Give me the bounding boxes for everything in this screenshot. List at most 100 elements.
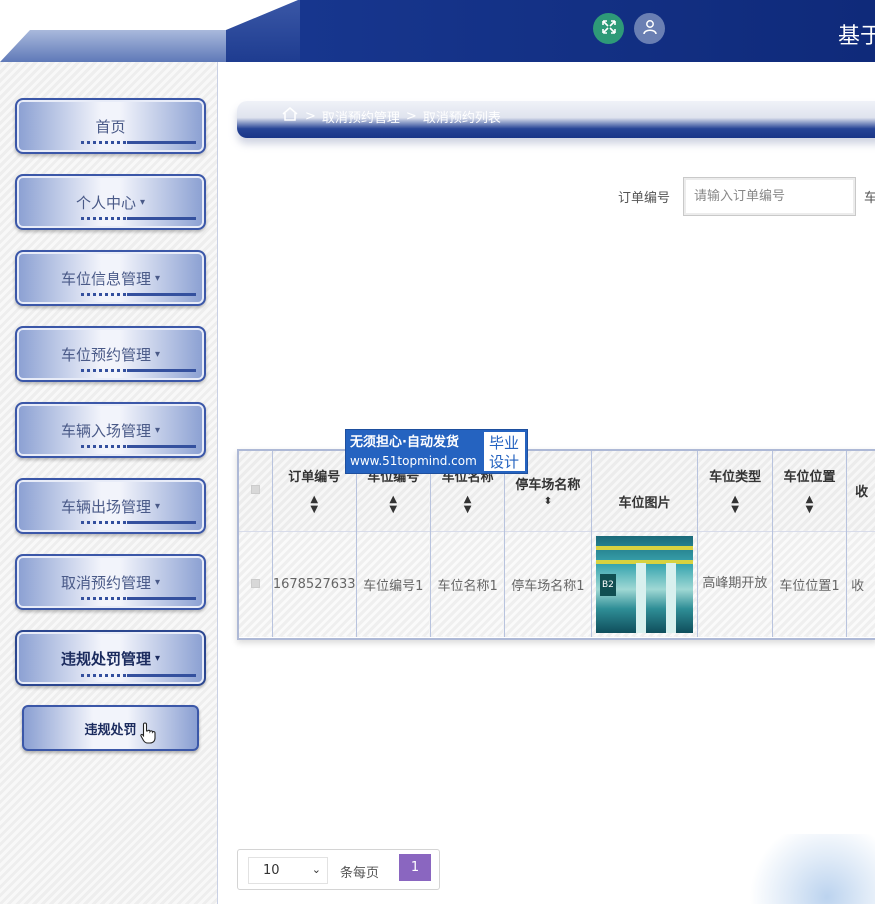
sidebar-item-violation[interactable]: 违规处罚管理 ▾ (15, 630, 206, 686)
breadcrumb-separator: > (405, 108, 417, 124)
sort-icon[interactable]: ▲ ▼ (698, 495, 771, 515)
sort-icon[interactable]: ⬍ (544, 496, 552, 507)
cell-space-name: 车位名称1 (430, 530, 506, 637)
column-header-label: 订单编号 (288, 470, 341, 486)
select-all-checkbox[interactable] (250, 485, 260, 495)
hand-cursor-icon (140, 722, 156, 749)
menu-decoration (81, 217, 196, 220)
expand-icon (601, 19, 617, 39)
sidebar-item-label: 取消预约管理 (60, 573, 151, 592)
breadcrumb-current: 取消预约列表 (422, 110, 501, 126)
fullscreen-button[interactable] (593, 13, 624, 44)
cell-space-location: 车位位置1 (772, 530, 848, 637)
sidebar-item-label: 首页 (95, 117, 126, 136)
sort-icon[interactable]: ▲ ▼ (357, 495, 430, 515)
sidebar-item-label: 车辆出场管理 (60, 497, 151, 516)
sort-icon[interactable]: ▲ ▼ (273, 495, 356, 515)
watermark-tag: 毕业 设计 (482, 430, 527, 473)
top-header: 基于 (0, 0, 875, 62)
sidebar-item-label: 车辆入场管理 (60, 421, 151, 440)
column-header-space-type[interactable]: 车位类型 ▲ ▼ (697, 451, 773, 531)
watermark-slogan: 无须担心·自动发货 (350, 435, 459, 450)
watermark-banner: 无须担心·自动发货 www.51topmind.com 毕业 设计 (345, 429, 528, 474)
background-decoration (715, 834, 875, 904)
cell-order-no: 1678527633 (272, 530, 357, 637)
column-header-space-image: 车位图片 (591, 451, 699, 531)
image-pillar (665, 562, 676, 633)
cell-space-no: 车位编号1 (356, 530, 431, 637)
sort-icon[interactable]: ▲ ▼ (773, 495, 846, 515)
cell-space-image[interactable]: B2 (591, 530, 699, 637)
row-checkbox[interactable] (250, 578, 260, 588)
sidebar-item-label: 车位预约管理 (60, 345, 151, 364)
home-icon[interactable] (281, 106, 299, 126)
sidebar-item-label: 车位信息管理 (60, 269, 151, 288)
cell-fee: 收 (846, 530, 875, 637)
caret-down-icon: ▾ (139, 196, 146, 208)
caret-down-icon: ▾ (154, 652, 161, 664)
sidebar-item-space-info[interactable]: 车位信息管理 ▾ (15, 250, 206, 306)
sort-icon[interactable]: ▲ ▼ (431, 495, 504, 515)
page-button-current[interactable]: 1 (399, 854, 431, 881)
column-header-label: 车位图片 (618, 496, 671, 512)
watermark-tag-line2: 设计 (489, 453, 520, 471)
column-header-label: 停车场名称 (515, 477, 581, 493)
menu-decoration (81, 674, 196, 677)
watermark-tag-line1: 毕业 (489, 434, 520, 452)
data-table: 订单编号 ▲ ▼ 车位编号 ▲ ▼ 车位名称 ▲ ▼ 停车场名称⬍ 车位图片 车位类型 ▲ ▼ … (237, 449, 875, 640)
parking-space-image[interactable]: B2 (595, 535, 693, 633)
select-all-cell[interactable] (239, 451, 273, 531)
sidebar: 首页 个人中心 ▾ 车位信息管理 ▾ 车位预约管理 ▾ 车辆入场管理 ▾ 车辆出… (0, 62, 218, 904)
menu-decoration (81, 293, 196, 296)
column-header-label: 车位位置 (783, 470, 836, 486)
menu-decoration (81, 141, 196, 144)
order-number-input[interactable] (683, 177, 856, 216)
table-header-row: 订单编号 ▲ ▼ 车位编号 ▲ ▼ 车位名称 ▲ ▼ 停车场名称⬍ 车位图片 车位类型 ▲ ▼ … (239, 451, 875, 531)
breadcrumb-level1[interactable]: 取消预约管理 (322, 107, 400, 126)
header-band (300, 0, 875, 62)
caret-down-icon: ▾ (154, 424, 161, 436)
sidebar-item-reservation[interactable]: 车位预约管理 ▾ (15, 326, 206, 382)
caret-down-icon: ▾ (154, 576, 161, 588)
chevron-down-icon: ⌄ (311, 863, 321, 876)
sidebar-subitem-violation-penalty[interactable]: 违规处罚 (22, 705, 199, 751)
menu-decoration (81, 369, 196, 372)
cell-space-type: 高峰期开放 (697, 530, 773, 637)
column-header-fee[interactable]: 收 (846, 451, 875, 531)
watermark-text: 无须担心·自动发货 www.51topmind.com (346, 430, 482, 473)
table-row[interactable]: 1678527633 车位编号1 车位名称1 停车场名称1 B2 高峰期开放 车… (239, 530, 875, 637)
image-pillar (635, 562, 646, 633)
user-icon (642, 19, 658, 39)
menu-decoration (81, 521, 196, 524)
row-select-cell[interactable] (239, 530, 273, 637)
order-number-label: 订单编号 (618, 191, 671, 206)
breadcrumb: > 取消预约管理 > 取消预约列表 (237, 101, 875, 138)
menu-decoration (81, 445, 196, 448)
sidebar-item-vehicle-exit[interactable]: 车辆出场管理 ▾ (15, 478, 206, 534)
sidebar-item-vehicle-entry[interactable]: 车辆入场管理 ▾ (15, 402, 206, 458)
image-beam (595, 545, 693, 550)
sidebar-subitem-label: 违规处罚 (84, 722, 137, 738)
column-header-space-location[interactable]: 车位位置 ▲ ▼ (772, 451, 848, 531)
caret-down-icon: ▾ (154, 272, 161, 284)
next-filter-label: 车 (864, 191, 875, 206)
watermark-url: www.51topmind.com (350, 454, 477, 468)
image-floor-tag: B2 (599, 573, 616, 596)
site-title: 基于 (838, 24, 875, 49)
page-size-select[interactable]: 10 ⌄ (248, 857, 328, 884)
sidebar-item-profile[interactable]: 个人中心 ▾ (15, 174, 206, 230)
cell-space-type-text: 高峰期开放 (702, 576, 768, 592)
column-header-label: 收 (855, 485, 869, 501)
caret-down-icon: ▾ (154, 348, 161, 360)
column-header-label: 车位类型 (709, 470, 762, 486)
column-header-order-no[interactable]: 订单编号 ▲ ▼ (272, 451, 357, 531)
user-button[interactable] (634, 13, 665, 44)
per-page-label: 条每页 (340, 866, 380, 881)
sidebar-item-label: 个人中心 (75, 193, 136, 212)
sidebar-item-home[interactable]: 首页 (15, 98, 206, 154)
page-size-value: 10 (263, 863, 280, 878)
sidebar-item-cancel-reservation[interactable]: 取消预约管理 ▾ (15, 554, 206, 610)
header-decoration-slant (226, 0, 306, 62)
menu-decoration (81, 597, 196, 600)
pagination: 10 ⌄ 条每页 1 (237, 849, 440, 890)
